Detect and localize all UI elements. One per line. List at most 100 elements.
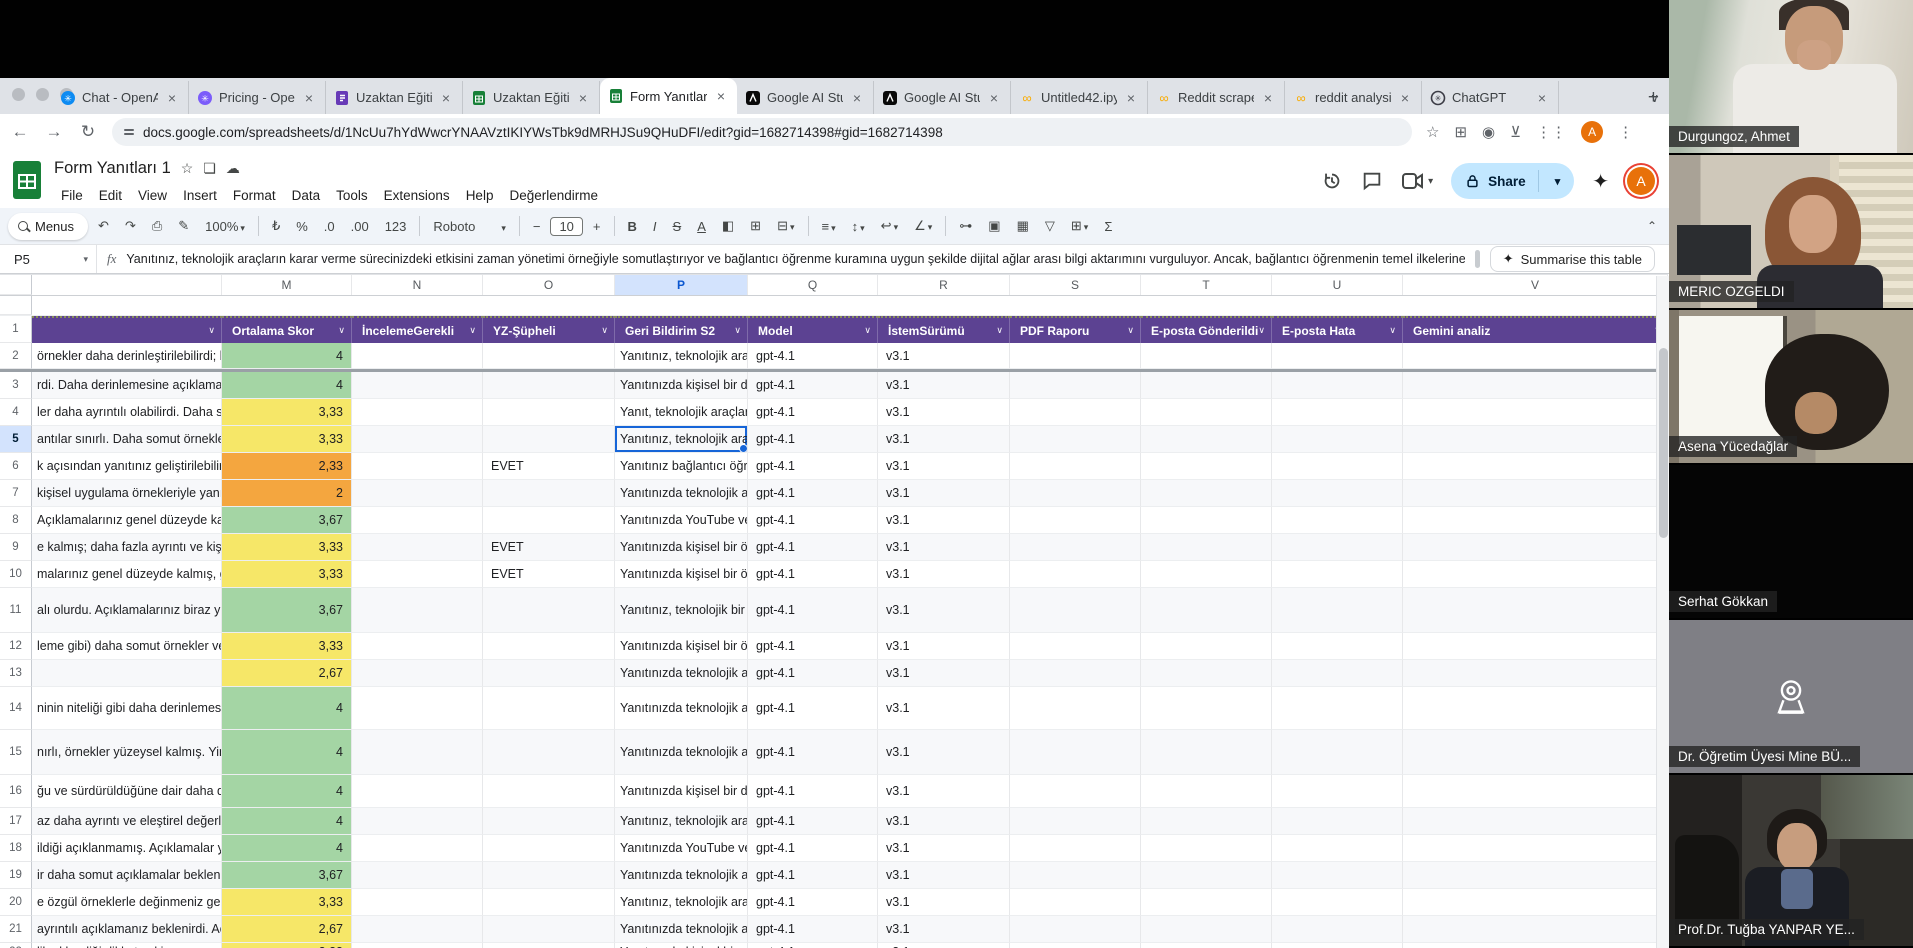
cell-comment-text[interactable]: antılar sınırlı. Daha somut örnekler ve [32,426,222,453]
cell-yz-supheli[interactable] [483,835,615,862]
cell-eposta-hata[interactable] [1272,372,1403,399]
cell-yz-supheli[interactable] [483,399,615,426]
cell-ortalama-skor[interactable]: 2 [222,480,352,507]
cell-gemini-analiz[interactable] [1403,730,1668,775]
cell-comment-text[interactable]: Açıklamalarınız genel düzeyde kalm [32,507,222,534]
doc-title[interactable]: Form Yanıtları 1 [54,159,171,178]
bookmark-star-icon[interactable]: ☆ [1426,123,1439,141]
cell-comment-text[interactable]: k açısından yanıtınız geliştirilebilir. … [32,453,222,480]
header-cell-E-posta Gönderildi[interactable]: E-posta Gönderildi∨ [1141,316,1272,343]
cell-inceleme-gerekli[interactable] [352,561,483,588]
cell-pdf-raporu[interactable] [1010,588,1141,633]
share-chevron-icon[interactable]: ▾ [1547,175,1569,188]
cell-istem-surumu[interactable]: v3.1 [878,534,1010,561]
row-number-6[interactable]: 6 [0,453,32,480]
tab-close-icon[interactable]: × [1397,90,1413,106]
cell-model[interactable]: gpt-4.1 [748,775,878,808]
cell-istem-surumu[interactable]: v3.1 [878,343,1010,369]
cell-ortalama-skor[interactable]: 3,33 [222,399,352,426]
cell-istem-surumu[interactable]: v3.1 [878,453,1010,480]
cell-pdf-raporu[interactable] [1010,534,1141,561]
font-size-increase-button[interactable]: + [587,216,607,237]
cell-geri-bildirim[interactable]: Yanıtınızda teknolojik ar [615,480,748,507]
cell-yz-supheli[interactable] [483,633,615,660]
cell-geri-bildirim[interactable]: Yanıtınızda teknolojik ar [615,660,748,687]
cell-eposta-hata[interactable] [1272,399,1403,426]
browser-tab[interactable]: Uzaktan Eğitim× [463,81,600,114]
undo-button[interactable]: ↶ [92,215,115,237]
cell-istem-surumu[interactable]: v3.1 [878,889,1010,916]
cell-istem-surumu[interactable]: v3.1 [878,633,1010,660]
cell-gemini-analiz[interactable] [1403,889,1668,916]
cell-model[interactable]: gpt-4.1 [748,343,878,369]
cell-istem-surumu[interactable]: v3.1 [878,660,1010,687]
cell-yz-supheli[interactable] [483,687,615,730]
cell-gemini-analiz[interactable] [1403,916,1668,943]
browser-tab[interactable]: ∞Reddit scraper× [1148,81,1285,114]
cell-geri-bildirim[interactable]: Yanıtınızda kişisel bir ör [615,561,748,588]
browser-tab[interactable]: ∞Untitled42.ipy× [1011,81,1148,114]
gemini-sparkle-icon[interactable]: ✦ [1592,169,1609,194]
cell-eposta-gonderildi[interactable] [1141,399,1272,426]
cell-geri-bildirim[interactable]: Yanıtınız, teknolojik araç [615,343,748,369]
cell-eposta-gonderildi[interactable] [1141,561,1272,588]
font-size-input[interactable]: 10 [550,217,582,236]
comments-icon[interactable] [1361,170,1383,192]
menu-format[interactable]: Format [226,186,283,205]
cell-pdf-raporu[interactable] [1010,775,1141,808]
tab-close-icon[interactable]: × [849,90,865,106]
cell-comment-text[interactable]: ir daha somut açıklamalar beklenirdi [32,862,222,889]
cell-pdf-raporu[interactable] [1010,399,1141,426]
cell-eposta-hata[interactable] [1272,835,1403,862]
browser-tab[interactable]: Google AI Stud× [737,81,874,114]
cell-istem-surumu[interactable]: v3.1 [878,730,1010,775]
cell-inceleme-gerekli[interactable] [352,453,483,480]
cell-inceleme-gerekli[interactable] [352,835,483,862]
column-letter-O[interactable]: O [483,275,615,295]
cell-eposta-gonderildi[interactable] [1141,588,1272,633]
cell-ortalama-skor[interactable]: 2,67 [222,916,352,943]
header-cell-Geri Bildirim S2[interactable]: Geri Bildirim S2∨ [615,316,748,343]
cloud-status-icon[interactable]: ☁ [226,160,240,177]
forward-icon[interactable]: → [44,122,64,142]
merge-cells-button[interactable]: ⊟▾ [771,215,800,237]
cell-pdf-raporu[interactable] [1010,561,1141,588]
paint-format-button[interactable]: ✎ [172,215,195,237]
cell-istem-surumu[interactable]: v3.1 [878,835,1010,862]
cell-eposta-hata[interactable] [1272,943,1403,948]
cell-eposta-hata[interactable] [1272,775,1403,808]
cell-yz-supheli[interactable] [483,372,615,399]
cell-ortalama-skor[interactable]: 4 [222,835,352,862]
tab-close-icon[interactable]: × [164,90,180,106]
cell-eposta-gonderildi[interactable] [1141,660,1272,687]
vertical-scrollbar[interactable] [1656,276,1669,948]
cell-model[interactable]: gpt-4.1 [748,862,878,889]
browser-tab[interactable]: ✳Pricing - Open× [189,81,326,114]
cell-eposta-gonderildi[interactable] [1141,480,1272,507]
tab-close-icon[interactable]: × [986,90,1002,106]
cell-inceleme-gerekli[interactable] [352,687,483,730]
cell-inceleme-gerekli[interactable] [352,889,483,916]
site-info-icon[interactable] [124,129,134,135]
increase-decimals-button[interactable]: .00 [345,216,375,237]
extension-icon-1[interactable]: ⊞ [1454,123,1467,141]
filter-chevron-icon[interactable]: ∨ [338,325,351,336]
cell-ortalama-skor[interactable]: 4 [222,730,352,775]
decrease-decimals-button[interactable]: .0 [318,216,341,237]
cell-istem-surumu[interactable]: v3.1 [878,687,1010,730]
vertical-align-button[interactable]: ↕▾ [846,216,871,237]
cell-geri-bildirim[interactable]: Yanıtınız bağlantıcı öğre [615,453,748,480]
cell-comment-text[interactable]: ildiği açıklanmamış. Açıklamalar yer [32,835,222,862]
cell-istem-surumu[interactable]: v3.1 [878,862,1010,889]
extension-icon-2[interactable]: ◉ [1482,123,1495,141]
tab-close-icon[interactable]: × [1260,90,1276,106]
cell-ortalama-skor[interactable]: 4 [222,372,352,399]
cell-geri-bildirim[interactable]: Yanıtınız, teknolojik araç [615,426,748,453]
browser-menu-icon[interactable]: ⋮ [1618,123,1633,141]
tab-close-icon[interactable]: × [1123,90,1139,106]
cell-istem-surumu[interactable]: v3.1 [878,399,1010,426]
filter-chevron-icon[interactable]: ∨ [996,325,1009,336]
cell-pdf-raporu[interactable] [1010,507,1141,534]
italic-button[interactable]: I [647,216,663,237]
formula-scroll-handle[interactable] [1475,250,1480,268]
